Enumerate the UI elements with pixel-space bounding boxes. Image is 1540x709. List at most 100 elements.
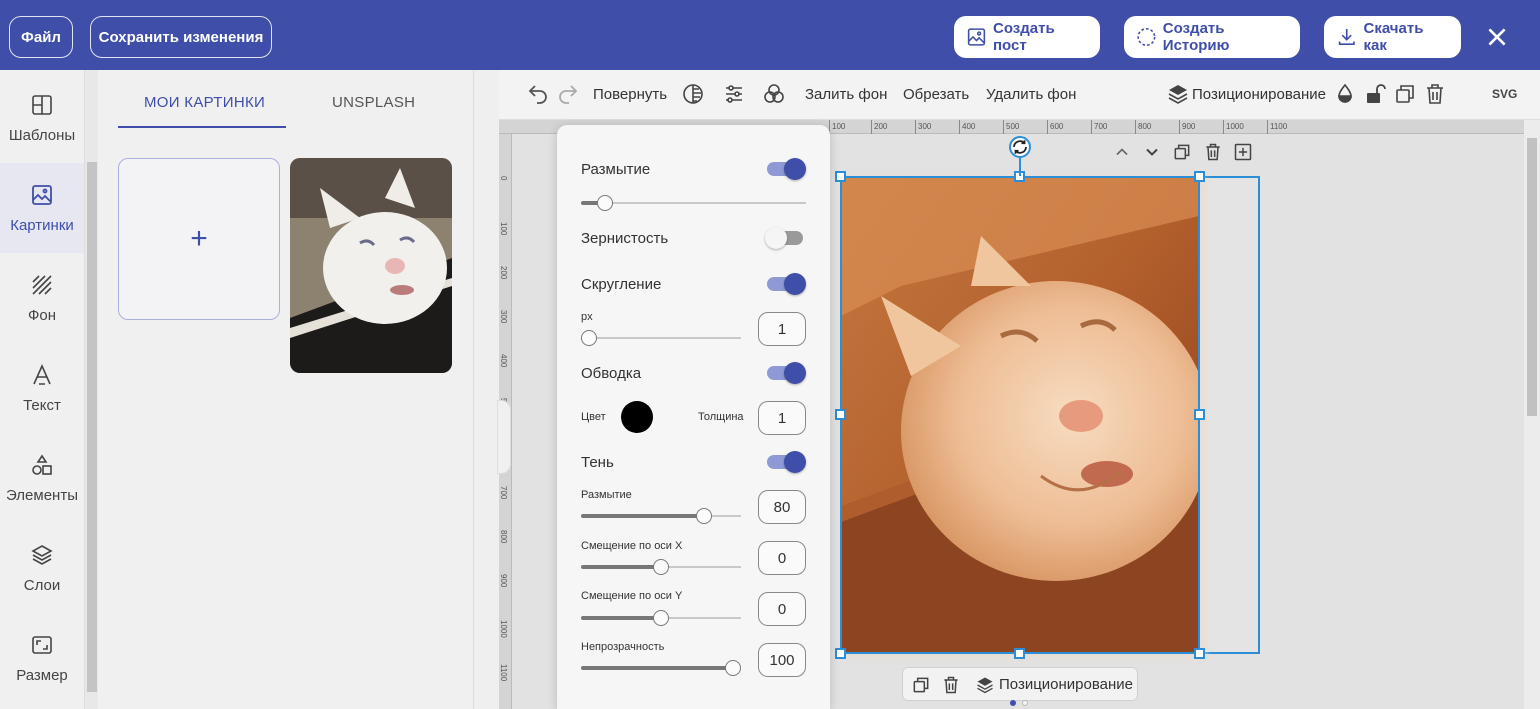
image-thumbnail[interactable] (290, 158, 452, 373)
fill-background-button[interactable]: Залить фон (805, 86, 887, 103)
sidebar-scrollbar[interactable] (84, 70, 98, 709)
sidebar-item-images[interactable]: Картинки (0, 163, 84, 253)
scrollbar-thumb[interactable] (87, 162, 97, 692)
unlock-icon[interactable] (1363, 82, 1387, 106)
opacity-drop-icon[interactable] (1333, 82, 1357, 106)
left-sidebar: Шаблоны Картинки Фон Текст Элементы Слои… (0, 70, 84, 709)
elements-icon (32, 454, 52, 475)
add-page-icon[interactable] (1233, 142, 1253, 162)
ruler-tick: 200 (871, 120, 887, 134)
sidebar-item-size[interactable]: Размер (0, 613, 84, 703)
shadow-offset-y-input[interactable]: 0 (758, 592, 806, 626)
sidebar-label: Шаблоны (8, 126, 76, 144)
svg-export-button[interactable]: SVG (1492, 87, 1517, 101)
color-channels-icon[interactable] (762, 82, 786, 106)
blur-toggle[interactable] (767, 158, 806, 180)
resize-handle[interactable] (1194, 648, 1205, 659)
ruler-tick: 700 (499, 486, 508, 500)
page-dot-active[interactable] (1010, 700, 1016, 706)
shadow-offset-x-slider[interactable] (581, 559, 741, 575)
stroke-color-picker[interactable] (621, 401, 653, 433)
slider-handle[interactable] (581, 330, 597, 346)
panel-collapse-handle[interactable] (497, 400, 511, 474)
positioning-button[interactable]: Позиционирование (999, 676, 1133, 693)
delete-page-icon[interactable] (1203, 142, 1223, 162)
ruler-tick: 900 (499, 574, 508, 588)
chevron-up-icon[interactable] (1112, 142, 1132, 162)
story-circle-icon (1137, 27, 1156, 47)
crop-button[interactable]: Обрезать (903, 86, 969, 103)
layers-icon[interactable] (975, 675, 995, 695)
ruler-tick: 1000 (499, 620, 508, 638)
sidebar-label: Элементы (6, 486, 78, 504)
blur-slider[interactable] (581, 195, 806, 211)
sidebar-item-elements[interactable]: Элементы (0, 433, 84, 523)
download-as-button[interactable]: Скачать как (1324, 16, 1461, 58)
rotate-handle[interactable] (1009, 136, 1031, 158)
resize-handle[interactable] (1194, 409, 1205, 420)
resize-handle[interactable] (1014, 648, 1025, 659)
resize-handle[interactable] (835, 409, 846, 420)
create-post-button[interactable]: Создать пост (954, 16, 1100, 58)
remove-background-button[interactable]: Удалить фон (986, 86, 1076, 103)
add-image-button[interactable]: + (118, 158, 280, 320)
rounding-input[interactable]: 1 (758, 312, 806, 346)
resize-handle[interactable] (1194, 171, 1205, 182)
delete-icon[interactable] (1423, 82, 1447, 106)
resize-handle[interactable] (835, 648, 846, 659)
editor-scrollbar[interactable] (1524, 120, 1540, 709)
sidebar-item-templates[interactable]: Шаблоны (0, 73, 84, 163)
background-icon (32, 274, 52, 295)
create-story-button[interactable]: Создать Историю (1124, 16, 1300, 58)
ruler-tick: 400 (959, 120, 975, 134)
slider-handle[interactable] (696, 508, 712, 524)
shadow-offset-y-slider[interactable] (581, 610, 741, 626)
layers-icon[interactable] (1166, 82, 1190, 106)
shadow-opacity-input[interactable]: 100 (758, 643, 806, 677)
shadow-offset-x-input[interactable]: 0 (758, 541, 806, 575)
grain-toggle[interactable] (765, 227, 805, 249)
close-icon[interactable] (1484, 24, 1510, 50)
file-button[interactable]: Файл (9, 16, 73, 58)
duplicate-icon[interactable] (911, 675, 931, 695)
chevron-down-icon[interactable] (1142, 142, 1162, 162)
shadow-blur-input[interactable]: 80 (758, 490, 806, 524)
positioning-button[interactable]: Позиционирование (1192, 86, 1326, 103)
slider-handle[interactable] (653, 559, 669, 575)
adjustments-icon[interactable] (722, 82, 746, 106)
scrollbar-thumb[interactable] (1527, 138, 1537, 416)
contrast-filter-icon[interactable] (681, 82, 705, 106)
rounding-slider[interactable] (581, 330, 741, 346)
shadow-blur-slider[interactable] (581, 508, 741, 524)
sidebar-label: Слои (23, 576, 61, 594)
rotate-icon (1013, 140, 1027, 154)
slider-handle[interactable] (597, 195, 613, 211)
resize-handle[interactable] (835, 171, 846, 182)
shadow-toggle[interactable] (767, 451, 806, 473)
rounding-unit-label: px (581, 311, 593, 323)
shadow-opacity-label: Непрозрачность (581, 641, 665, 653)
stroke-toggle[interactable] (767, 362, 806, 384)
shadow-offset-y-label: Смещение по оси Y (581, 590, 683, 602)
duplicate-icon[interactable] (1393, 82, 1417, 106)
sidebar-item-text[interactable]: Текст (0, 343, 84, 433)
slider-handle[interactable] (725, 660, 741, 676)
slider-handle[interactable] (653, 610, 669, 626)
sidebar-item-layers[interactable]: Слои (0, 523, 84, 613)
redo-icon[interactable] (556, 82, 580, 106)
rounding-toggle[interactable] (767, 273, 806, 295)
tab-my-images[interactable]: МОИ КАРТИНКИ (144, 94, 265, 111)
tab-unsplash[interactable]: UNSPLASH (332, 94, 415, 111)
duplicate-page-icon[interactable] (1172, 142, 1192, 162)
ruler-tick: 600 (1047, 120, 1063, 134)
stroke-color-label: Цвет (581, 411, 606, 423)
undo-icon[interactable] (526, 82, 550, 106)
delete-icon[interactable] (941, 675, 961, 695)
rotate-button[interactable]: Повернуть (593, 86, 667, 103)
layers-icon (31, 544, 53, 565)
save-changes-button[interactable]: Сохранить изменения (90, 16, 272, 58)
page-dot[interactable] (1022, 700, 1028, 706)
shadow-opacity-slider[interactable] (581, 660, 741, 676)
stroke-thickness-input[interactable]: 1 (758, 401, 806, 435)
sidebar-item-background[interactable]: Фон (0, 253, 84, 343)
